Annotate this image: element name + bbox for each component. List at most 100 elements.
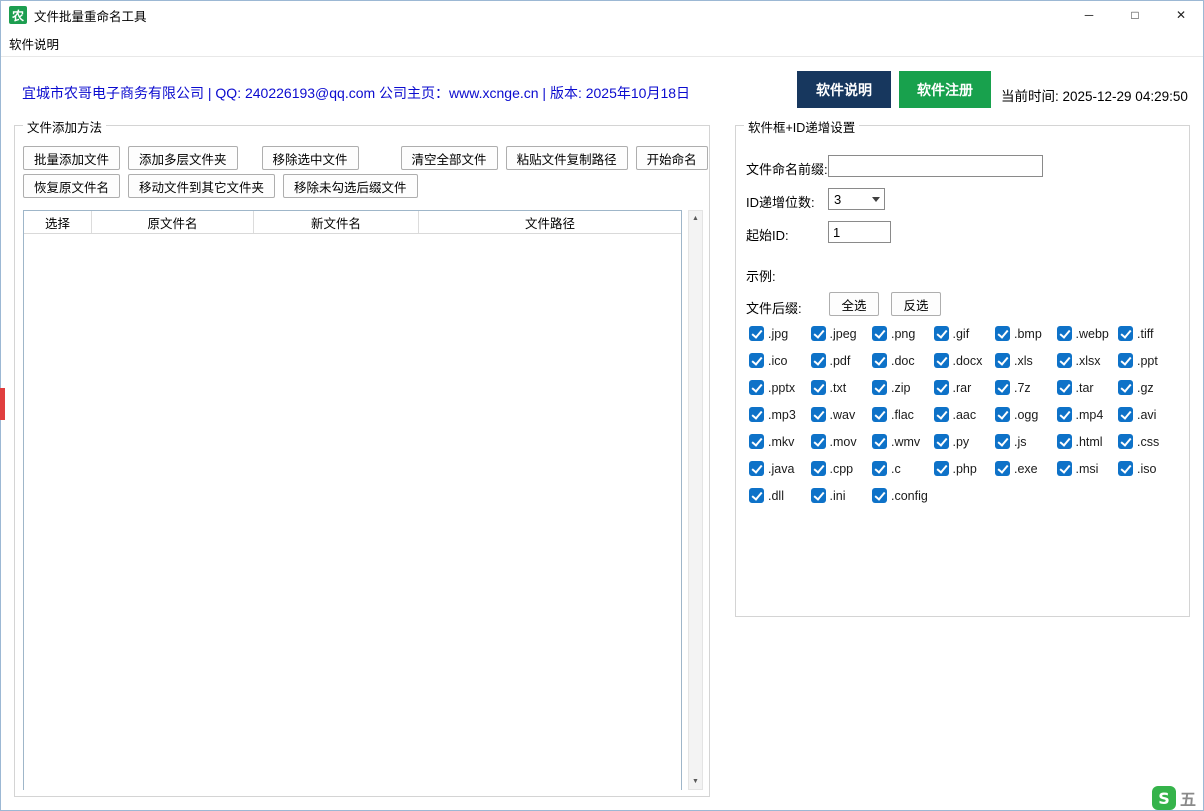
extension-item-config[interactable]: .config [872, 488, 934, 503]
start-rename-button[interactable]: 开始命名 [636, 146, 708, 170]
checkbox-checked-icon[interactable] [995, 461, 1010, 476]
checkbox-checked-icon[interactable] [995, 407, 1010, 422]
remove-selected-files-button[interactable]: 移除选中文件 [262, 146, 359, 170]
checkbox-checked-icon[interactable] [872, 353, 887, 368]
extension-item-jpg[interactable]: .jpg [749, 326, 811, 341]
checkbox-checked-icon[interactable] [811, 380, 826, 395]
extension-item-html[interactable]: .html [1057, 434, 1119, 449]
checkbox-checked-icon[interactable] [811, 326, 826, 341]
extension-item-tar[interactable]: .tar [1057, 380, 1119, 395]
add-multilevel-folder-button[interactable]: 添加多层文件夹 [128, 146, 238, 170]
extension-item-avi[interactable]: .avi [1118, 407, 1180, 422]
checkbox-checked-icon[interactable] [872, 488, 887, 503]
checkbox-checked-icon[interactable] [995, 380, 1010, 395]
extension-item-php[interactable]: .php [934, 461, 996, 476]
menu-item-software-info[interactable]: 软件说明 [0, 34, 68, 53]
checkbox-checked-icon[interactable] [934, 461, 949, 476]
extension-item-dll[interactable]: .dll [749, 488, 811, 503]
extension-item-pdf[interactable]: .pdf [811, 353, 873, 368]
checkbox-checked-icon[interactable] [749, 434, 764, 449]
extension-item-mov[interactable]: .mov [811, 434, 873, 449]
checkbox-checked-icon[interactable] [1057, 353, 1072, 368]
prefix-input[interactable] [828, 155, 1043, 177]
minimize-button[interactable]: ─ [1066, 0, 1112, 30]
checkbox-checked-icon[interactable] [811, 434, 826, 449]
extension-item-png[interactable]: .png [872, 326, 934, 341]
extension-item-java[interactable]: .java [749, 461, 811, 476]
checkbox-checked-icon[interactable] [749, 488, 764, 503]
extension-item-bmp[interactable]: .bmp [995, 326, 1057, 341]
extension-item-css[interactable]: .css [1118, 434, 1180, 449]
extension-item-mp4[interactable]: .mp4 [1057, 407, 1119, 422]
extension-item-py[interactable]: .py [934, 434, 996, 449]
close-button[interactable]: ✕ [1158, 0, 1204, 30]
extension-item-aac[interactable]: .aac [934, 407, 996, 422]
checkbox-checked-icon[interactable] [1118, 461, 1133, 476]
extension-item-msi[interactable]: .msi [1057, 461, 1119, 476]
checkbox-checked-icon[interactable] [749, 380, 764, 395]
checkbox-checked-icon[interactable] [934, 353, 949, 368]
extension-item-exe[interactable]: .exe [995, 461, 1057, 476]
checkbox-checked-icon[interactable] [811, 488, 826, 503]
invert-selection-button[interactable]: 反选 [891, 292, 941, 316]
checkbox-checked-icon[interactable] [1057, 380, 1072, 395]
extension-item-wmv[interactable]: .wmv [872, 434, 934, 449]
extension-item-jpeg[interactable]: .jpeg [811, 326, 873, 341]
remove-unchecked-suffix-button[interactable]: 移除未勾选后缀文件 [283, 174, 418, 198]
extension-item-cpp[interactable]: .cpp [811, 461, 873, 476]
checkbox-checked-icon[interactable] [934, 326, 949, 341]
software-register-button[interactable]: 软件注册 [899, 71, 991, 108]
checkbox-checked-icon[interactable] [811, 353, 826, 368]
maximize-button[interactable]: □ [1112, 0, 1158, 30]
checkbox-checked-icon[interactable] [934, 434, 949, 449]
extension-item-js[interactable]: .js [995, 434, 1057, 449]
extension-item-pptx[interactable]: .pptx [749, 380, 811, 395]
checkbox-checked-icon[interactable] [749, 353, 764, 368]
checkbox-checked-icon[interactable] [1118, 434, 1133, 449]
checkbox-checked-icon[interactable] [872, 434, 887, 449]
extension-item-wav[interactable]: .wav [811, 407, 873, 422]
extension-item-ini[interactable]: .ini [811, 488, 873, 503]
extension-item-tiff[interactable]: .tiff [1118, 326, 1180, 341]
file-table-body[interactable] [24, 234, 681, 790]
extension-item-xlsx[interactable]: .xlsx [1057, 353, 1119, 368]
dropdown-arrow-icon[interactable] [867, 189, 884, 209]
checkbox-checked-icon[interactable] [872, 380, 887, 395]
move-files-to-folder-button[interactable]: 移动文件到其它文件夹 [128, 174, 275, 198]
extension-item-zip[interactable]: .zip [872, 380, 934, 395]
extension-item-mp3[interactable]: .mp3 [749, 407, 811, 422]
extension-item-c[interactable]: .c [872, 461, 934, 476]
checkbox-checked-icon[interactable] [1118, 380, 1133, 395]
checkbox-checked-icon[interactable] [811, 461, 826, 476]
checkbox-checked-icon[interactable] [749, 407, 764, 422]
software-info-button[interactable]: 软件说明 [797, 71, 891, 108]
extension-item-ico[interactable]: .ico [749, 353, 811, 368]
extension-item-gz[interactable]: .gz [1118, 380, 1180, 395]
checkbox-checked-icon[interactable] [1118, 407, 1133, 422]
extension-item-docx[interactable]: .docx [934, 353, 996, 368]
checkbox-checked-icon[interactable] [995, 353, 1010, 368]
checkbox-checked-icon[interactable] [934, 380, 949, 395]
extension-item-7z[interactable]: .7z [995, 380, 1057, 395]
checkbox-checked-icon[interactable] [872, 461, 887, 476]
checkbox-checked-icon[interactable] [1057, 434, 1072, 449]
extension-item-doc[interactable]: .doc [872, 353, 934, 368]
extension-item-mkv[interactable]: .mkv [749, 434, 811, 449]
checkbox-checked-icon[interactable] [749, 461, 764, 476]
checkbox-checked-icon[interactable] [1118, 353, 1133, 368]
extension-item-ogg[interactable]: .ogg [995, 407, 1057, 422]
checkbox-checked-icon[interactable] [1057, 461, 1072, 476]
restore-original-names-button[interactable]: 恢复原文件名 [23, 174, 120, 198]
vertical-scrollbar[interactable]: ▲ ▼ [688, 210, 703, 790]
column-header-select[interactable]: 选择 [24, 211, 92, 233]
column-header-new-name[interactable]: 新文件名 [254, 211, 419, 233]
column-header-original-name[interactable]: 原文件名 [92, 211, 254, 233]
checkbox-checked-icon[interactable] [934, 407, 949, 422]
extension-item-gif[interactable]: .gif [934, 326, 996, 341]
column-header-file-path[interactable]: 文件路径 [419, 211, 681, 233]
add-files-button[interactable]: 批量添加文件 [23, 146, 120, 170]
id-digits-dropdown[interactable]: 3 [828, 188, 885, 210]
checkbox-checked-icon[interactable] [995, 434, 1010, 449]
checkbox-checked-icon[interactable] [872, 326, 887, 341]
scroll-down-icon[interactable]: ▼ [689, 774, 702, 789]
